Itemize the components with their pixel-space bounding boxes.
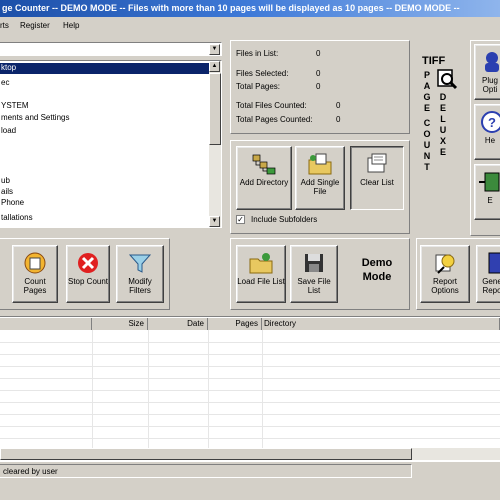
scroll-thumb[interactable]	[209, 73, 221, 145]
scroll-down-icon[interactable]: ▼	[209, 216, 220, 227]
logo-magnifier-icon	[437, 69, 458, 90]
table-column-line	[148, 330, 149, 448]
tiff-page-count-logo: TIFF PAGECOUNT DELUXE	[418, 50, 466, 200]
column-header-date[interactable]: Date	[148, 318, 208, 330]
table-row-line	[0, 426, 500, 427]
table-row-line	[0, 390, 500, 391]
add-directory-icon	[252, 154, 276, 175]
table-row-line	[0, 402, 500, 403]
total-pages-counted-value: 0	[336, 115, 341, 124]
tree-item[interactable]: Phone	[1, 198, 24, 208]
h-scroll-thumb[interactable]	[0, 448, 412, 460]
table-column-line	[92, 330, 93, 448]
svg-text:?: ?	[488, 115, 496, 130]
column-header-size[interactable]: Size	[92, 318, 148, 330]
logo-deluxe: DELUXE	[439, 92, 447, 157]
menu-bar: rts Register Help	[0, 18, 500, 33]
table-row-line	[0, 342, 500, 343]
tree-selected-row[interactable]: ktop	[0, 63, 210, 74]
menu-register[interactable]: Register	[20, 18, 50, 33]
drive-select[interactable]: ▼	[0, 42, 222, 56]
logo-title: TIFF	[422, 55, 446, 67]
report-options-button[interactable]: Report Options	[420, 245, 470, 303]
table-column-line	[262, 330, 263, 448]
tree-item[interactable]: load	[1, 126, 16, 136]
scroll-up-icon[interactable]: ▲	[209, 61, 220, 72]
tree-scrollbar[interactable]: ▲ ▼	[209, 61, 221, 227]
table-row-line	[0, 354, 500, 355]
load-file-icon	[249, 253, 273, 274]
window-title: ge Counter -- DEMO MODE -- Files with mo…	[2, 3, 460, 13]
status-text: cleared by user	[3, 467, 58, 476]
column-header-name[interactable]	[0, 318, 92, 330]
total-files-counted-label: Total Files Counted:	[236, 101, 307, 110]
file-table[interactable]	[0, 316, 500, 462]
column-header-directory[interactable]: Directory	[262, 318, 500, 330]
save-disk-icon	[305, 254, 323, 272]
menu-reports[interactable]: rts	[0, 18, 9, 33]
folder-tree[interactable]: ktop ec YSTEM ments and Settings load ub…	[0, 60, 222, 228]
exit-button[interactable]: E	[474, 164, 500, 220]
total-pages-value: 0	[316, 82, 321, 91]
tree-item[interactable]: ails	[1, 187, 13, 197]
generate-report-icon	[488, 252, 500, 274]
add-single-file-button[interactable]: Add Single File	[295, 146, 345, 210]
table-row-line	[0, 438, 500, 439]
tree-item[interactable]: ec	[1, 78, 9, 88]
count-pages-icon	[24, 252, 46, 274]
tree-item[interactable]: tallations	[1, 213, 33, 223]
window-bottom	[0, 480, 500, 500]
table-row-line	[0, 414, 500, 415]
table-row-line	[0, 378, 500, 379]
save-file-list-button[interactable]: Save File List	[290, 245, 338, 303]
title-bar: ge Counter -- DEMO MODE -- Files with mo…	[0, 0, 500, 17]
stop-count-button[interactable]: Stop Count	[66, 245, 110, 303]
total-pages-label: Total Pages:	[236, 82, 281, 91]
total-pages-counted-label: Total Pages Counted:	[236, 115, 313, 124]
filter-icon	[128, 254, 152, 273]
report-options-icon	[435, 254, 455, 274]
plugin-options-button[interactable]: Plug Opti	[474, 44, 500, 100]
generate-report-button[interactable]: Gene Repo	[476, 245, 500, 303]
demo-mode-label: Demo Mode	[361, 257, 393, 283]
files-selected-value: 0	[316, 69, 321, 78]
plugin-icon	[485, 52, 499, 72]
status-bar: cleared by user	[0, 464, 412, 478]
exit-icon	[479, 172, 500, 192]
help-button[interactable]: ? He	[474, 104, 500, 160]
table-column-line	[208, 330, 209, 448]
include-subfolders-checkbox[interactable]: ✓	[236, 215, 245, 224]
tree-item[interactable]: YSTEM	[1, 101, 29, 111]
add-directory-button[interactable]: Add Directory	[236, 146, 292, 210]
files-in-list-label: Files in List:	[236, 49, 279, 58]
table-h-scrollbar[interactable]	[0, 448, 500, 460]
table-row-line	[0, 366, 500, 367]
add-file-icon	[308, 153, 332, 175]
files-selected-label: Files Selected:	[236, 69, 289, 78]
logo-page-count: PAGECOUNT	[423, 70, 431, 172]
include-subfolders-label: Include Subfolders	[251, 215, 318, 224]
menu-help[interactable]: Help	[63, 18, 79, 33]
dropdown-arrow-icon[interactable]: ▼	[209, 44, 220, 55]
stop-icon	[78, 253, 98, 273]
column-header-pages[interactable]: Pages	[208, 318, 262, 330]
load-file-list-button[interactable]: Load File List	[236, 245, 286, 303]
count-pages-button[interactable]: Count Pages	[12, 245, 58, 303]
total-files-counted-value: 0	[336, 101, 341, 110]
tree-item[interactable]: ub	[1, 176, 10, 186]
clear-list-button[interactable]: Clear List	[350, 146, 404, 210]
help-icon: ?	[481, 111, 500, 133]
files-in-list-value: 0	[316, 49, 321, 58]
clear-list-icon	[367, 153, 387, 173]
modify-filters-button[interactable]: Modify Filters	[116, 245, 164, 303]
tree-item[interactable]: ments and Settings	[1, 113, 69, 123]
